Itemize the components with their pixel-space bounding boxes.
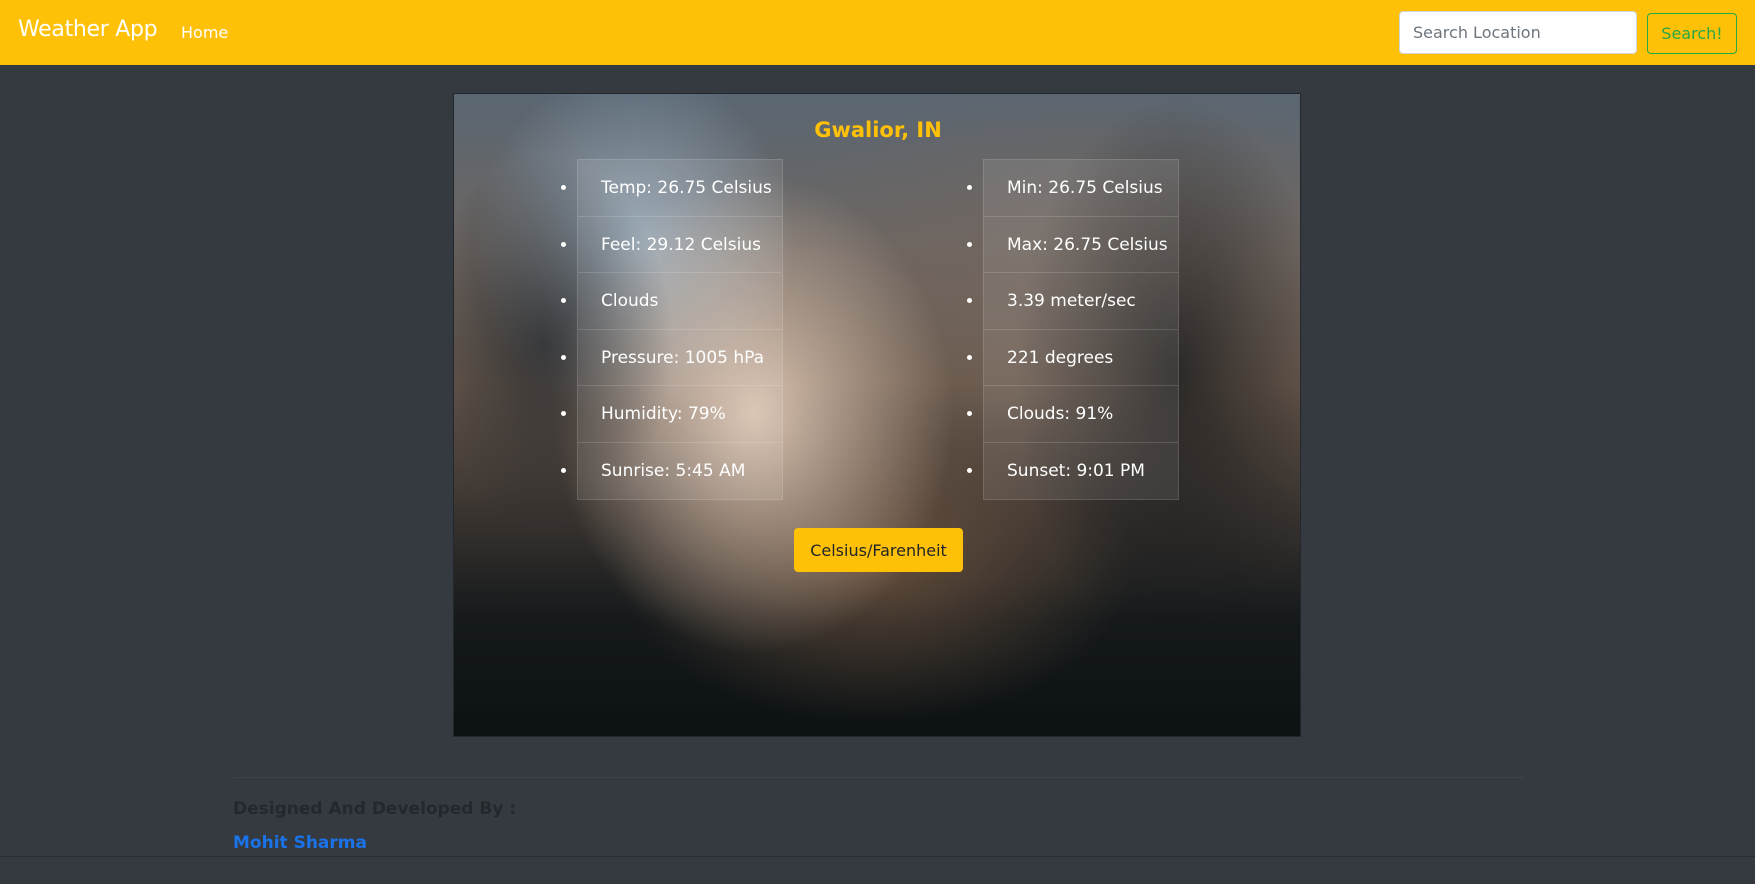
- footer-author-link[interactable]: Mohit Sharma: [233, 833, 367, 853]
- condition-item: Clouds: [578, 273, 782, 330]
- nav-link-home[interactable]: Home: [181, 23, 228, 42]
- footer-divider: [233, 777, 1523, 778]
- brand-logo-text[interactable]: Weather App: [18, 17, 158, 42]
- sunrise-item: Sunrise: 5:45 AM: [578, 443, 782, 500]
- search-input[interactable]: [1399, 11, 1637, 54]
- max-temp-item: Max: 26.75 Celsius: [984, 217, 1178, 273]
- pressure-item: Pressure: 1005 hPa: [578, 330, 782, 386]
- wind-speed-item: 3.39 meter/sec: [984, 273, 1178, 330]
- search-button[interactable]: Search!: [1647, 13, 1737, 54]
- weather-list-left: Temp: 26.75 Celsius Feel: 29.12 Celsius …: [577, 159, 783, 500]
- location-title: Gwalior, IN: [814, 118, 942, 142]
- page-bottom-divider: [0, 856, 1755, 857]
- wind-direction-item: 221 degrees: [984, 330, 1178, 386]
- unit-toggle-button[interactable]: Celsius/Farenheit: [794, 528, 963, 572]
- sunset-item: Sunset: 9:01 PM: [984, 443, 1178, 500]
- footer-credit-label: Designed And Developed By :: [233, 799, 517, 819]
- min-temp-item: Min: 26.75 Celsius: [984, 160, 1178, 217]
- weather-card: Gwalior, IN Temp: 26.75 Celsius Feel: 29…: [453, 93, 1301, 737]
- temp-item: Temp: 26.75 Celsius: [578, 160, 782, 217]
- weather-list-right: Min: 26.75 Celsius Max: 26.75 Celsius 3.…: [983, 159, 1179, 500]
- humidity-item: Humidity: 79%: [578, 386, 782, 443]
- feels-like-item: Feel: 29.12 Celsius: [578, 217, 782, 273]
- navbar: Weather App Home Search!: [0, 0, 1755, 65]
- cloud-cover-item: Clouds: 91%: [984, 386, 1178, 443]
